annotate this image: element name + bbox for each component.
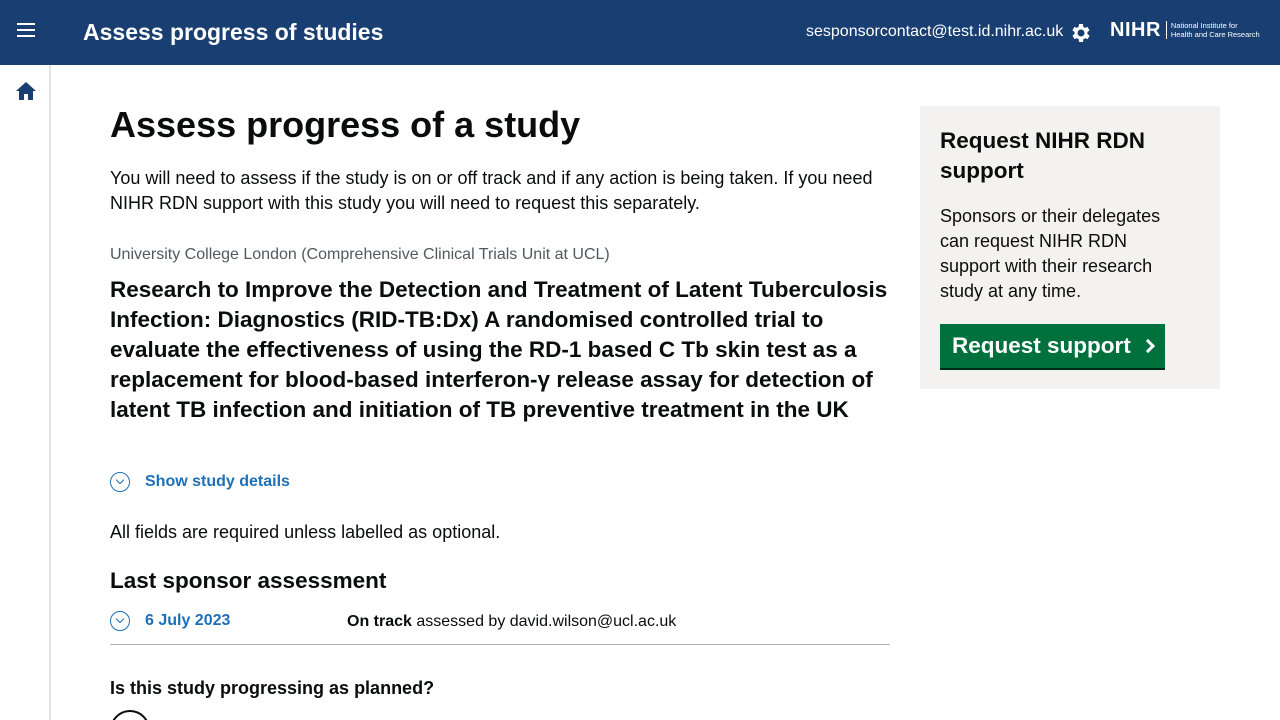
request-support-panel: Request NIHR RDN support Sponsors or the… [920, 106, 1220, 389]
last-assessment-row: 6 July 2023 On track assessed by david.w… [110, 611, 890, 645]
assessment-status-value: On track [347, 613, 412, 630]
request-support-button[interactable]: Request support [940, 324, 1165, 368]
show-study-details-label: Show study details [145, 473, 290, 490]
logo-divider [1165, 21, 1167, 39]
assessment-date-toggle[interactable]: 6 July 2023 [110, 611, 230, 631]
logo-sub-text: National Institute for Health and Care R… [1171, 21, 1260, 39]
assessment-assessed-by: assessed by david.wilson@ucl.ac.uk [416, 613, 677, 630]
sidebar [0, 65, 51, 720]
logo-sub-line2: Health and Care Research [1170, 30, 1260, 39]
logo-sub-line1: National Institute for [1170, 21, 1238, 30]
nihr-logo: NIHR National Institute for Health and C… [1110, 19, 1260, 41]
assessment-date: 6 July 2023 [145, 612, 231, 629]
show-study-details-toggle[interactable]: Show study details [110, 472, 290, 492]
user-email: sesponsorcontact@test.id.nihr.ac.uk [806, 23, 1064, 40]
app-header: Assess progress of studies sesponsorcont… [0, 0, 1280, 65]
intro-text: You will need to assess if the study is … [110, 168, 873, 213]
required-fields-note: All fields are required unless labelled … [110, 522, 501, 542]
radio-option[interactable] [110, 710, 150, 720]
request-support-label: Request support [952, 333, 1131, 358]
gear-icon[interactable] [1069, 21, 1093, 45]
panel-title: Request NIHR RDN support [940, 128, 1146, 183]
home-icon[interactable] [15, 81, 37, 101]
menu-icon[interactable] [17, 23, 37, 43]
logo-main-text: NIHR [1110, 19, 1161, 41]
chevron-down-icon [110, 611, 130, 631]
organisation-caption: University College London (Comprehensive… [110, 246, 610, 263]
app-title: Assess progress of studies [83, 19, 384, 45]
page-title: Assess progress of a study [110, 104, 581, 145]
progress-question: Is this study progressing as planned? [110, 678, 435, 698]
chevron-right-icon [1140, 338, 1155, 354]
assessment-status: On track assessed by david.wilson@ucl.ac… [347, 612, 676, 632]
last-assessment-heading: Last sponsor assessment [110, 568, 387, 593]
chevron-down-icon [110, 472, 130, 492]
panel-text: Sponsors or their delegates can request … [940, 206, 1161, 301]
study-title: Research to Improve the Detection and Tr… [110, 277, 888, 422]
